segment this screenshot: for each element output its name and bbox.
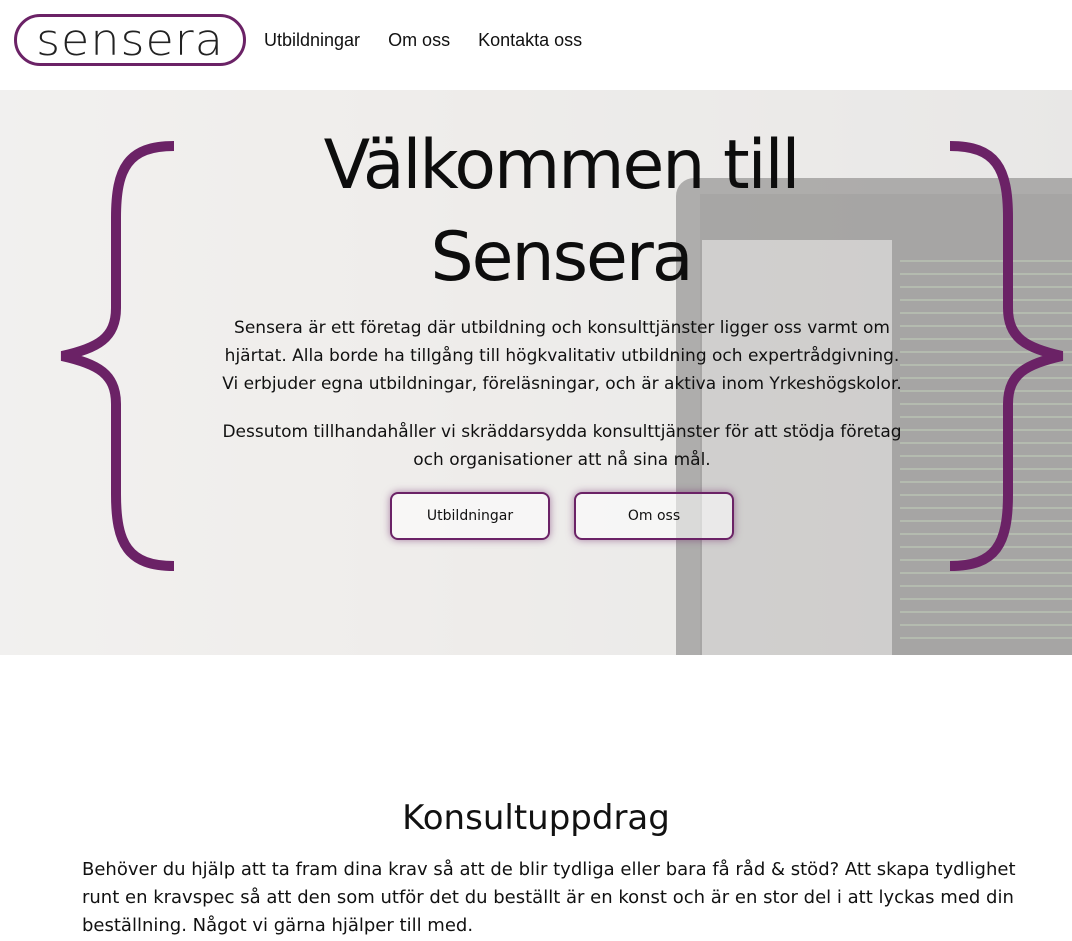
logo-text: sensera [36,14,224,66]
top-navigation: sensera Utbildningar Om oss Kontakta oss [0,0,1072,90]
nav-menu: Utbildningar Om oss Kontakta oss [264,30,582,51]
hero-section: Välkommen till Sensera Sensera är ett fö… [0,90,1072,655]
sensera-logo[interactable]: sensera [14,14,246,66]
hero-secondary-text: Dessutom tillhandahåller vi skräddarsydd… [222,422,902,470]
om-oss-button[interactable]: Om oss [574,492,734,540]
hero-title: Välkommen till Sensera [323,126,801,297]
nav-link-utbildningar[interactable]: Utbildningar [264,30,360,51]
right-curly-brace-icon [949,141,1064,571]
nav-link-om-oss[interactable]: Om oss [388,30,450,51]
section-text: Behöver du hjälp att ta fram dina krav s… [82,859,1016,936]
hero-intro-text: Sensera är ett företag där utbildning oc… [222,318,902,394]
nav-link-kontakta-oss[interactable]: Kontakta oss [478,30,582,51]
section-title: Konsultuppdrag [402,798,670,838]
utbildningar-button[interactable]: Utbildningar [390,492,550,540]
left-curly-brace-icon [60,141,175,571]
